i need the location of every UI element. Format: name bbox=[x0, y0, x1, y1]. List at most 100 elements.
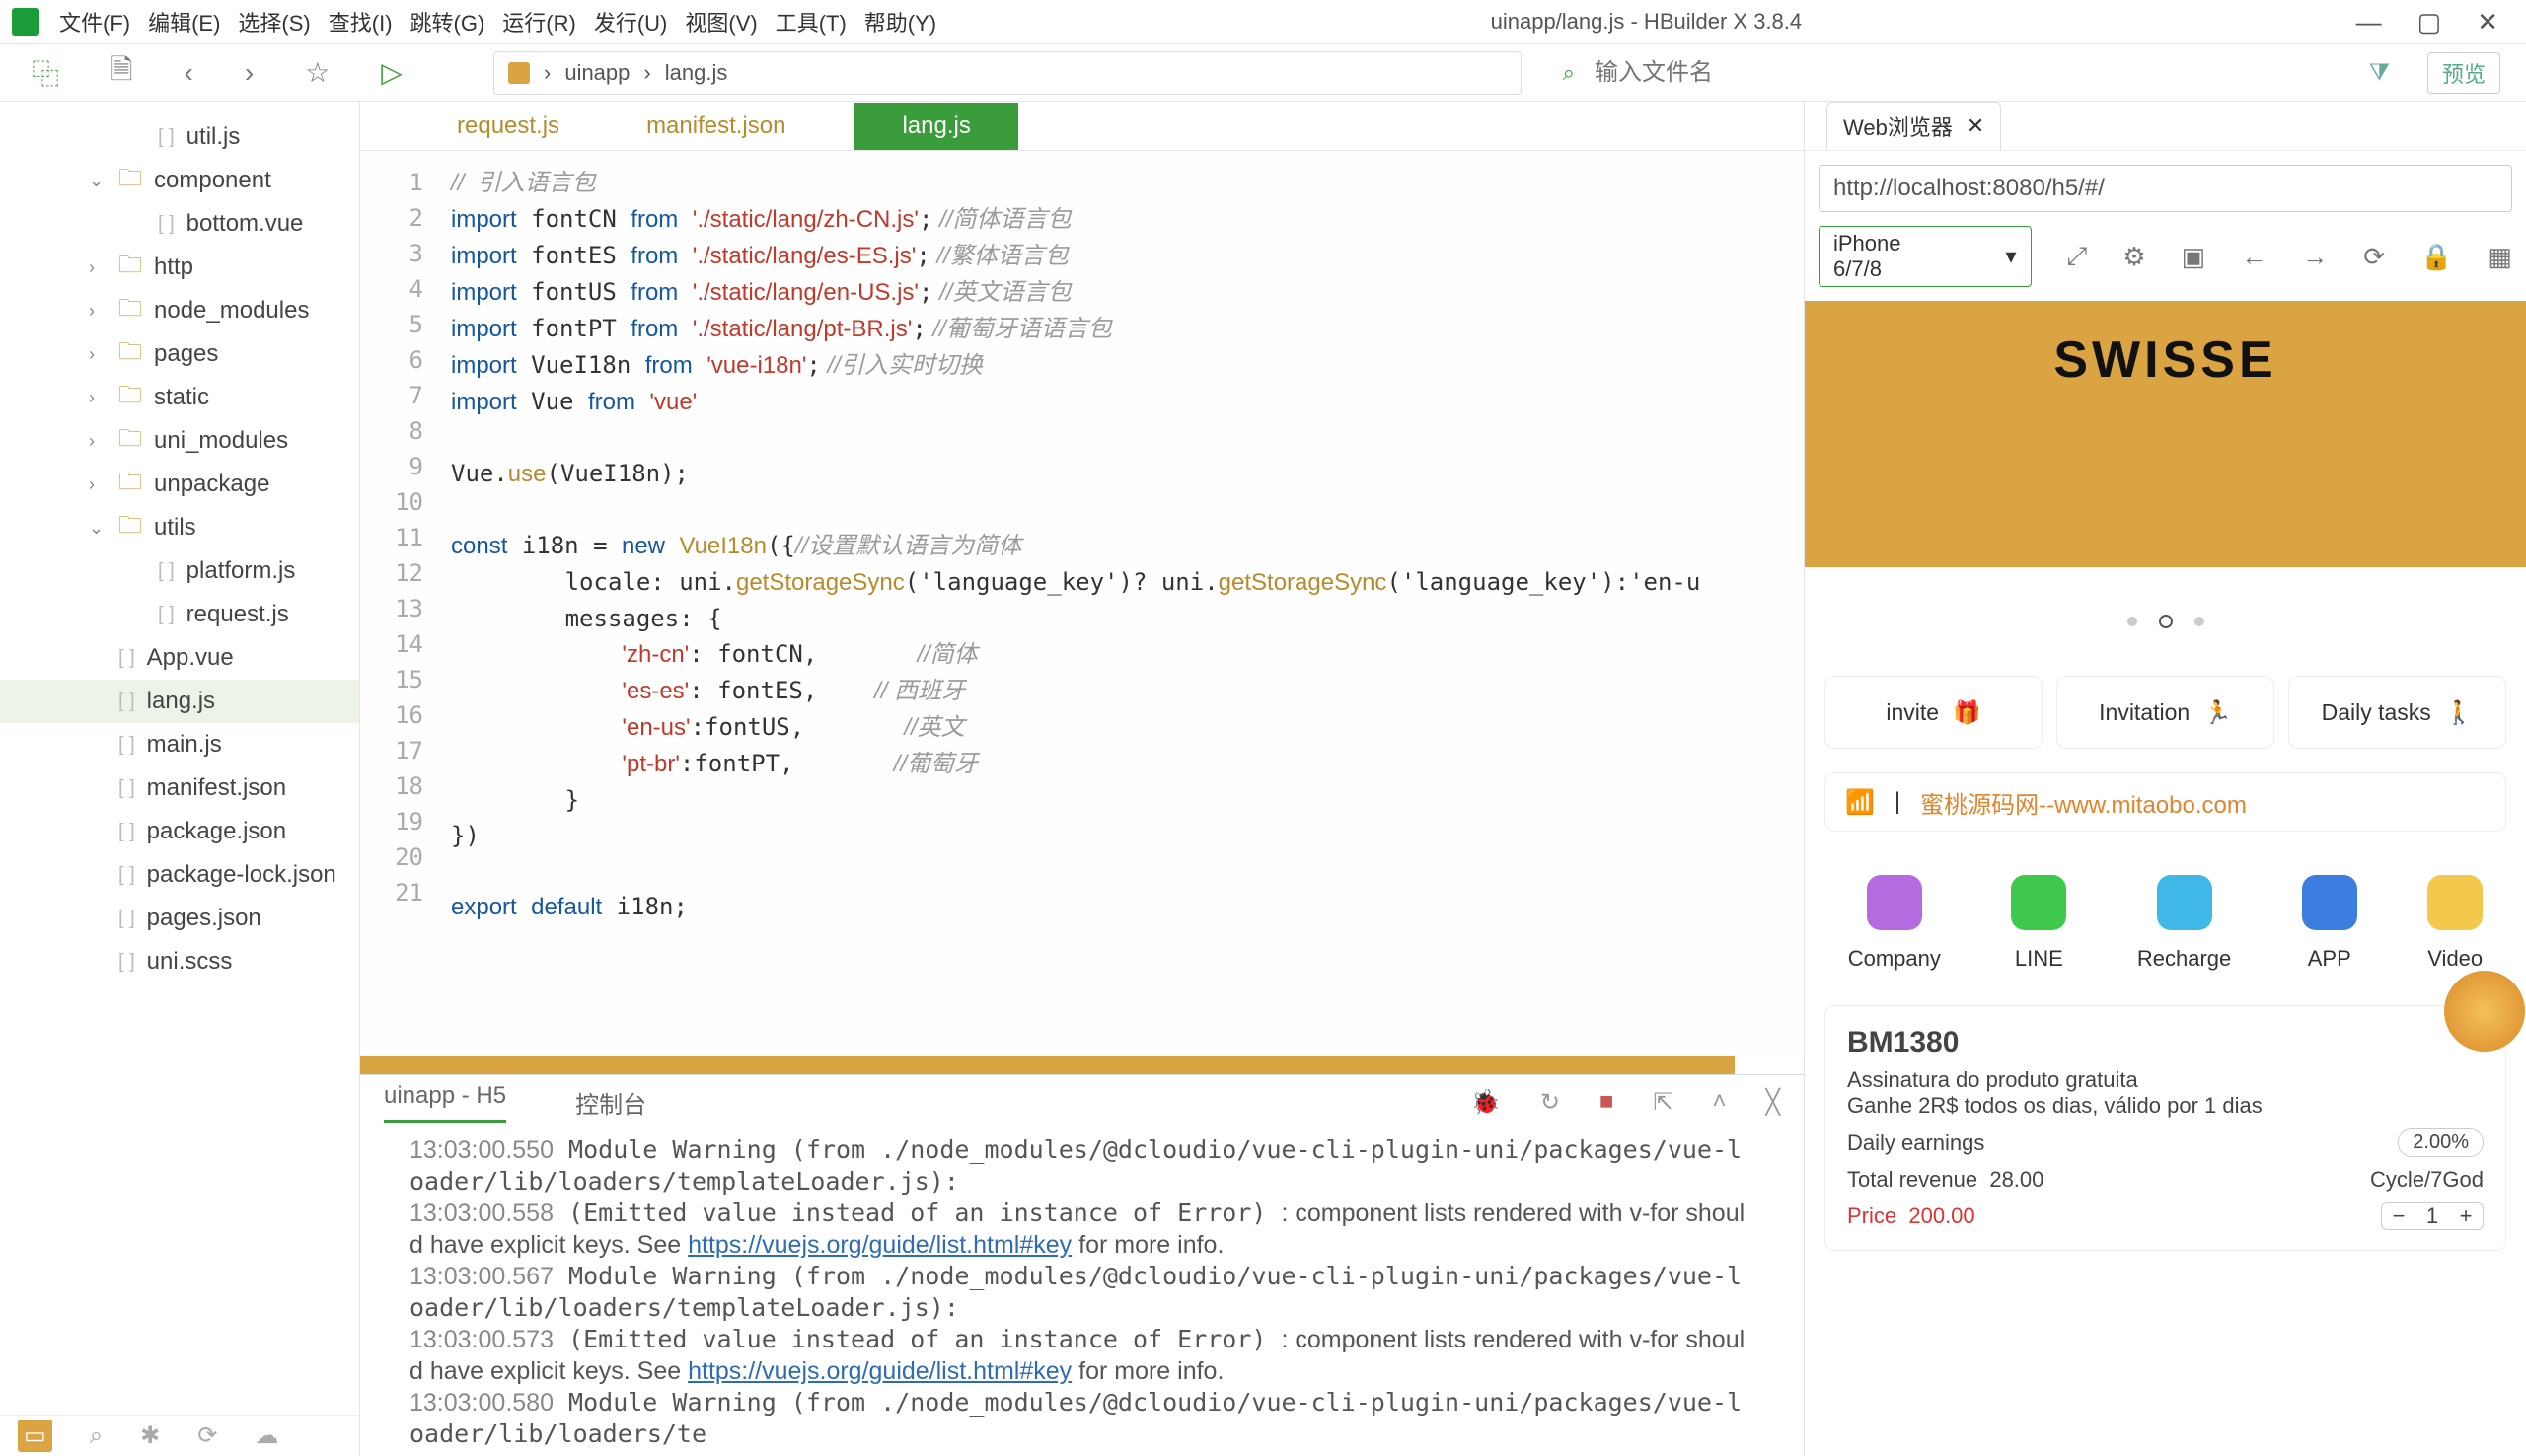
tree-folder-http[interactable]: ›🗀http bbox=[0, 246, 359, 289]
dot-icon[interactable] bbox=[2127, 617, 2137, 626]
chevron-right-icon[interactable]: › bbox=[89, 301, 107, 322]
tree-folder-unpackage[interactable]: ›🗀unpackage bbox=[0, 463, 359, 506]
console-export-icon[interactable]: ⇱ bbox=[1653, 1088, 1672, 1117]
crumb-project[interactable]: uinapp bbox=[564, 60, 630, 86]
browser-tab[interactable]: Web浏览器 ✕ bbox=[1826, 102, 2001, 150]
tree-folder-utils[interactable]: ⌄🗀utils bbox=[0, 506, 359, 549]
chevron-right-icon[interactable]: › bbox=[89, 474, 107, 495]
devtools-icon[interactable]: ▣ bbox=[2182, 242, 2206, 272]
browser-forward-icon[interactable]: → bbox=[2302, 242, 2328, 272]
tree-folder-static[interactable]: ›🗀static bbox=[0, 376, 359, 419]
gear-icon[interactable]: ⚙ bbox=[2122, 242, 2145, 272]
action-invite[interactable]: invite🎁 bbox=[1824, 676, 2043, 749]
preview-button[interactable]: 预览 bbox=[2427, 52, 2500, 94]
minimize-icon[interactable]: ― bbox=[2356, 7, 2382, 37]
chevron-right-icon[interactable]: › bbox=[89, 257, 107, 278]
explorer-icon[interactable]: ▭ bbox=[18, 1420, 52, 1452]
browser-refresh-icon[interactable]: ⟳ bbox=[2363, 242, 2385, 272]
maximize-icon[interactable]: ▢ bbox=[2417, 7, 2442, 37]
lock-icon[interactable]: 🔒 bbox=[2420, 242, 2452, 272]
carousel-dots[interactable] bbox=[1805, 567, 2526, 676]
menu-publish[interactable]: 发行(U) bbox=[594, 6, 668, 37]
stepper-minus[interactable]: − bbox=[2382, 1203, 2415, 1229]
console-output[interactable]: 13:03:00.550 Module Warning (from ./node… bbox=[360, 1128, 1804, 1456]
nav-back-icon[interactable]: ‹ bbox=[185, 57, 193, 89]
action-invitation[interactable]: Invitation🏃 bbox=[2056, 676, 2274, 749]
menu-help[interactable]: 帮助(Y) bbox=[864, 6, 936, 37]
tree-folder-uni_modules[interactable]: ›🗀uni_modules bbox=[0, 419, 359, 463]
search-icon[interactable]: ⌕ bbox=[1563, 60, 1575, 86]
breadcrumb[interactable]: › uinapp › lang.js bbox=[493, 51, 1522, 95]
close-icon[interactable]: ✕ bbox=[2477, 7, 2498, 37]
tree-folder-pages[interactable]: ›🗀pages bbox=[0, 332, 359, 376]
nav-forward-icon[interactable]: › bbox=[245, 57, 254, 89]
grid-company[interactable]: Company bbox=[1848, 875, 1941, 972]
menu-tools[interactable]: 工具(T) bbox=[776, 6, 847, 37]
bug-icon[interactable]: 🐞 bbox=[1471, 1088, 1501, 1117]
browser-back-icon[interactable]: ← bbox=[2241, 242, 2266, 272]
console-restart-icon[interactable]: ↻ bbox=[1540, 1088, 1560, 1117]
tree-folder-component[interactable]: ⌄🗀component bbox=[0, 159, 359, 202]
tab-manifest[interactable]: manifest.json bbox=[629, 107, 803, 146]
grid-video[interactable]: Video bbox=[2427, 875, 2483, 972]
tree-file-platform-js[interactable]: [ ]platform.js bbox=[0, 549, 359, 593]
tree-file-package-lock-json[interactable]: [ ]package-lock.json bbox=[0, 853, 359, 897]
tree-file-lang-js[interactable]: [ ]lang.js bbox=[0, 680, 359, 723]
stepper-plus[interactable]: + bbox=[2449, 1203, 2483, 1229]
chevron-right-icon[interactable]: › bbox=[89, 388, 107, 408]
crumb-file[interactable]: lang.js bbox=[665, 60, 728, 86]
filter-icon[interactable]: ⧩ bbox=[2369, 59, 2390, 87]
console-stop-icon[interactable]: ■ bbox=[1599, 1088, 1614, 1117]
tab-lang[interactable]: lang.js bbox=[854, 103, 1017, 150]
close-icon[interactable]: ✕ bbox=[1967, 113, 1984, 139]
console-tab-terminal[interactable]: 控制台 bbox=[575, 1085, 646, 1120]
dot-active-icon[interactable] bbox=[2159, 615, 2173, 628]
cloud-icon[interactable]: ☁ bbox=[255, 1421, 278, 1450]
tree-file-pages-json[interactable]: [ ]pages.json bbox=[0, 897, 359, 940]
code-editor[interactable]: 123456789101112131415161718192021 // 引入语… bbox=[360, 151, 1804, 1056]
menu-goto[interactable]: 跳转(G) bbox=[410, 6, 485, 37]
phone-preview[interactable]: SWISSE invite🎁 Invitation🏃 Daily tasks🚶 … bbox=[1805, 301, 2526, 1456]
grid-icon[interactable]: ▦ bbox=[2488, 242, 2512, 272]
binoculars-icon[interactable]: ⌕ bbox=[90, 1422, 103, 1450]
grid-app[interactable]: APP bbox=[2302, 875, 2357, 972]
menu-file[interactable]: 文件(F) bbox=[59, 6, 130, 37]
console-close-icon[interactable]: ╳ bbox=[1766, 1088, 1780, 1117]
notice-bar[interactable]: 📶 | 蜜桃源码网--www.mitaobo.com bbox=[1824, 772, 2506, 832]
chevron-right-icon[interactable]: › bbox=[89, 344, 107, 365]
action-daily-tasks[interactable]: Daily tasks🚶 bbox=[2288, 676, 2506, 749]
float-ball-icon[interactable] bbox=[2444, 971, 2525, 1052]
star-icon[interactable]: ☆ bbox=[305, 56, 330, 89]
tree-file-App-vue[interactable]: [ ]App.vue bbox=[0, 636, 359, 680]
file-search-input[interactable] bbox=[1595, 59, 2349, 87]
tree-folder-node_modules[interactable]: ›🗀node_modules bbox=[0, 289, 359, 332]
console-tab-h5[interactable]: uinapp - H5 bbox=[384, 1082, 506, 1123]
horizontal-scrollbar[interactable] bbox=[360, 1056, 1735, 1074]
bug-icon[interactable]: ✱ bbox=[140, 1421, 160, 1450]
product-card[interactable]: BM1380 Assinatura do produto gratuita Ga… bbox=[1824, 1005, 2506, 1251]
chevron-down-icon[interactable]: ⌄ bbox=[89, 171, 107, 191]
menu-run[interactable]: 运行(R) bbox=[502, 6, 576, 37]
console-collapse-icon[interactable]: ˄ bbox=[1713, 1088, 1727, 1117]
browser-url-input[interactable]: http://localhost:8080/h5/#/ bbox=[1819, 165, 2512, 212]
grid-recharge[interactable]: Recharge bbox=[2137, 875, 2231, 972]
tree-file-util-js[interactable]: [ ]util.js bbox=[0, 115, 359, 159]
rotate-icon[interactable]: ⤢ bbox=[2067, 241, 2088, 272]
menu-view[interactable]: 视图(V) bbox=[685, 6, 757, 37]
tab-request[interactable]: request.js bbox=[439, 107, 577, 146]
quantity-stepper[interactable]: − 1 + bbox=[2381, 1202, 2484, 1230]
code-content[interactable]: // 引入语言包 import fontCN from './static/la… bbox=[437, 151, 1804, 1056]
menu-find[interactable]: 查找(I) bbox=[329, 6, 393, 37]
chevron-down-icon[interactable]: ⌄ bbox=[89, 518, 107, 539]
save-icon[interactable]: 🗎 bbox=[111, 49, 133, 97]
new-file-icon[interactable]: ⿻ bbox=[32, 53, 59, 93]
run-icon[interactable]: ▷ bbox=[381, 56, 403, 89]
chevron-right-icon[interactable]: › bbox=[89, 431, 107, 452]
tree-file-request-js[interactable]: [ ]request.js bbox=[0, 593, 359, 636]
menu-edit[interactable]: 编辑(E) bbox=[148, 6, 220, 37]
grid-line[interactable]: LINE bbox=[2011, 875, 2066, 972]
refresh-icon[interactable]: ⟳ bbox=[197, 1421, 217, 1450]
tree-file-manifest-json[interactable]: [ ]manifest.json bbox=[0, 766, 359, 810]
tree-file-bottom-vue[interactable]: [ ]bottom.vue bbox=[0, 202, 359, 246]
device-select[interactable]: iPhone 6/7/8 ▾ bbox=[1819, 226, 2032, 287]
